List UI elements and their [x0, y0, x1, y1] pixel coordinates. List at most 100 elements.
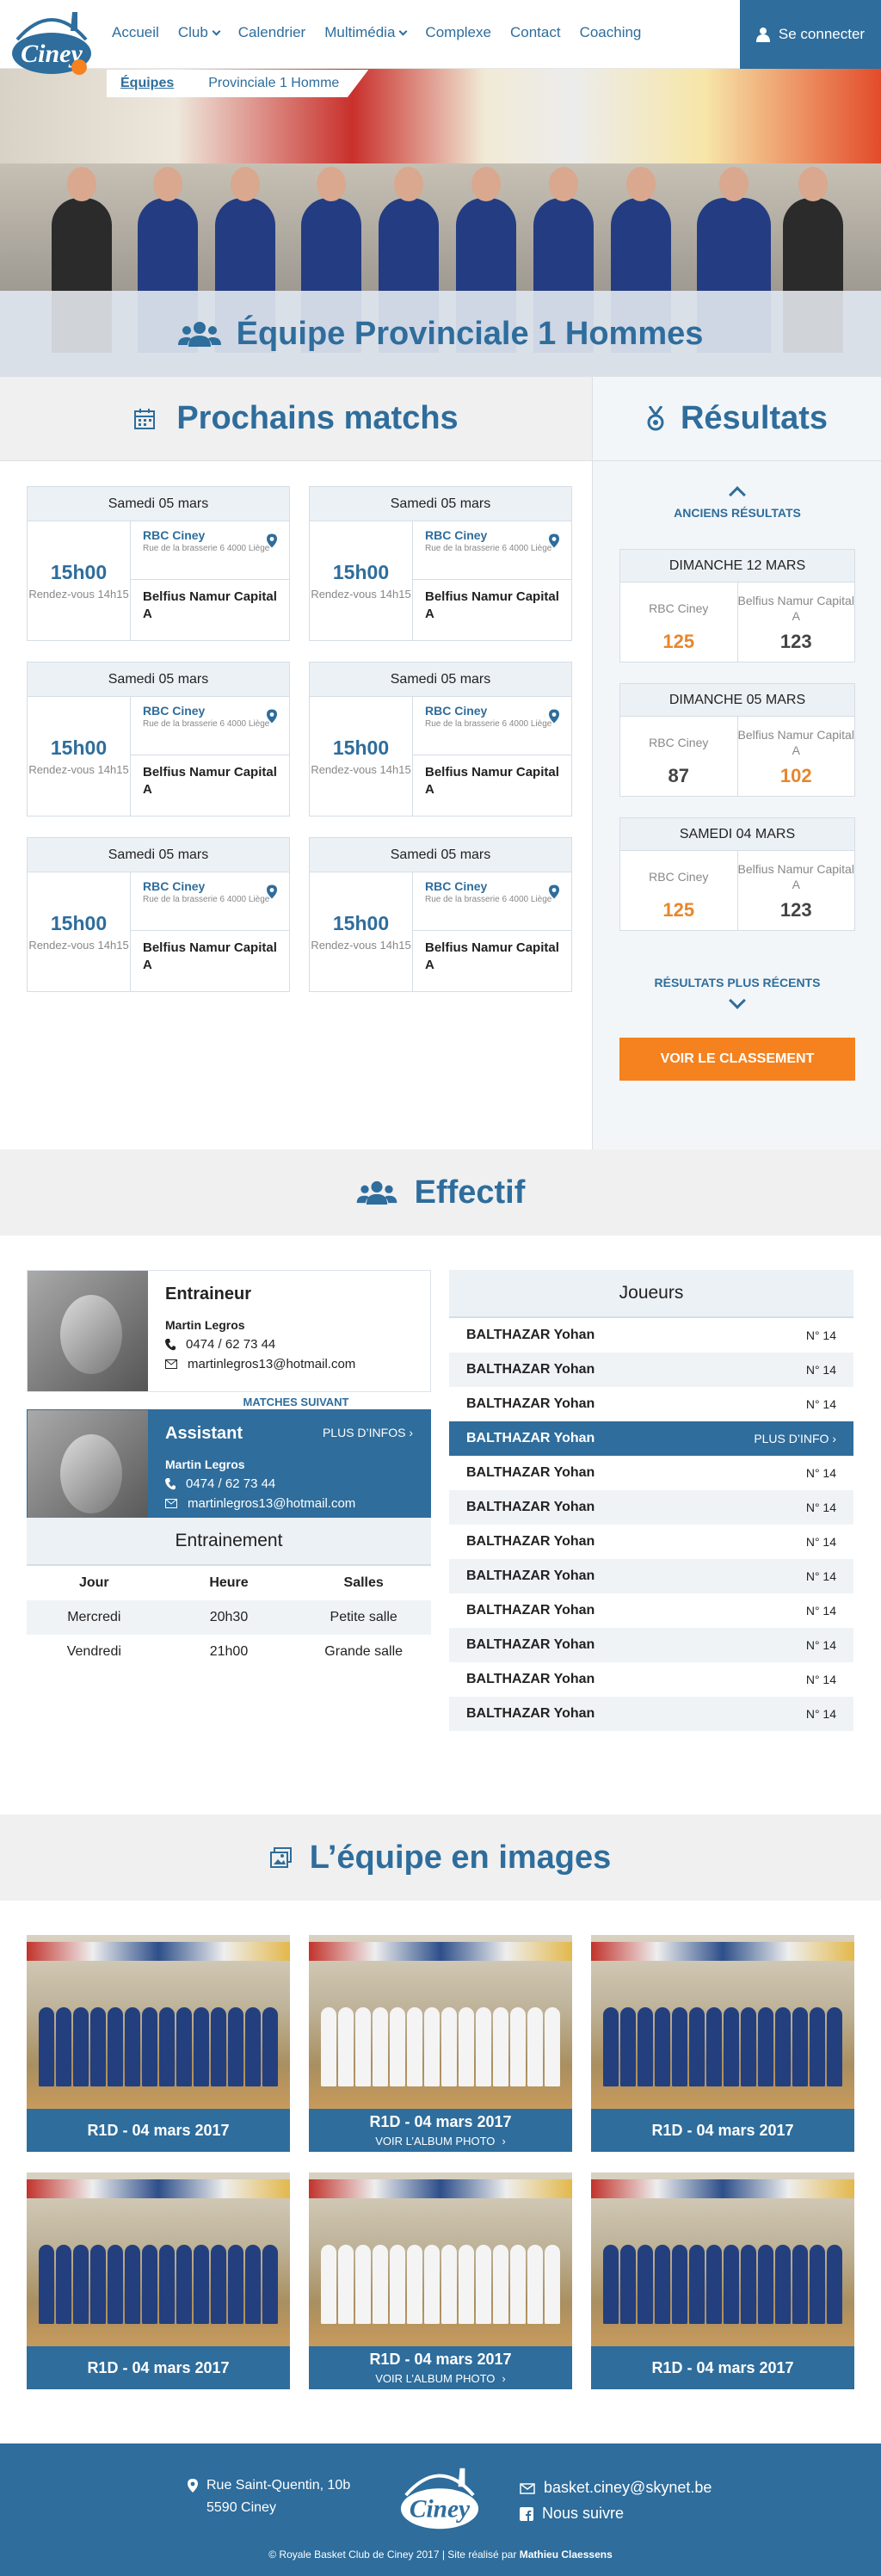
player-row[interactable]: BALTHAZAR Yohan N° 14	[449, 1525, 853, 1559]
gallery-card[interactable]: R1D - 04 mars 2017	[591, 1935, 854, 2152]
assistant-email-row[interactable]: martinlegros13@hotmail.com	[165, 1496, 413, 1511]
nav-complexe[interactable]: Complexe	[425, 24, 491, 41]
club-logo[interactable]: Ciney	[9, 5, 95, 79]
login-button[interactable]: Se connecter	[740, 0, 881, 69]
phone-icon	[165, 1338, 176, 1350]
assistant-card[interactable]: Assistant PLUS D’INFOS › Martin Legros 0…	[27, 1409, 431, 1531]
match-card[interactable]: Samedi 05 mars 15h00 Rendez-vous 14h15 RBC …	[27, 486, 290, 641]
nav-coaching[interactable]: Coaching	[580, 24, 642, 41]
match-card[interactable]: Samedi 05 mars 15h00 Rendez-vous 14h15 RBC …	[309, 662, 572, 817]
training-hour: 21h00	[209, 1644, 249, 1659]
result-away: Belfius Namur Capital A 123	[738, 851, 855, 930]
gallery-caption: R1D - 04 mars 2017	[369, 2113, 512, 2130]
gallery-card[interactable]: R1D - 04 mars 2017	[591, 2172, 854, 2389]
coach-email[interactable]: martinlegros13@hotmail.com	[188, 1357, 355, 1371]
results-title: Résultats	[680, 400, 829, 436]
coach-role: Entraineur	[165, 1285, 252, 1303]
matches-grid: Samedi 05 mars 15h00 Rendez-vous 14h15 RBC …	[27, 486, 572, 992]
map-pin-icon[interactable]	[549, 709, 559, 724]
player-name: BALTHAZAR Yohan	[466, 1500, 595, 1514]
player-row[interactable]: BALTHAZAR Yohan N° 14	[449, 1456, 853, 1490]
results-header: Résultats	[593, 377, 881, 461]
assistant-phone-row: 0474 / 62 73 44	[165, 1476, 413, 1491]
result-home-score: 125	[662, 899, 695, 921]
nav-contact[interactable]: Contact	[510, 24, 561, 41]
nav-club[interactable]: Club	[177, 24, 221, 41]
result-away: Belfius Namur Capital A 102	[738, 717, 855, 796]
assistant-more-label: PLUS D’INFOS	[322, 1426, 406, 1439]
col-salles: Salles	[343, 1575, 384, 1590]
match-address: Rue de la brasserie 6 4000 Liège	[425, 719, 552, 729]
nav-club-label: Club	[177, 24, 208, 40]
result-card[interactable]: DIMANCHE 05 MARS RBC Ciney 87 Belfius Namur…	[619, 683, 855, 797]
view-album-link[interactable]: VOIR L’ALBUM PHOTO ›	[375, 2372, 506, 2385]
match-meet-time: Rendez-vous 14h15	[28, 938, 129, 952]
result-card[interactable]: SAMEDI 04 MARS RBC Ciney 125 Belfius Namur …	[619, 817, 855, 931]
envelope-icon	[165, 1499, 177, 1508]
map-pin-icon[interactable]	[267, 709, 277, 724]
training-title: Entrainement	[27, 1518, 431, 1566]
player-row[interactable]: BALTHAZAR Yohan N° 14	[449, 1353, 853, 1387]
map-pin-icon[interactable]	[549, 533, 559, 548]
view-album-link[interactable]: VOIR L’ALBUM PHOTO ›	[375, 2135, 506, 2148]
player-row[interactable]: BALTHAZAR Yohan N° 14	[449, 1697, 853, 1731]
view-album-label: VOIR L’ALBUM PHOTO	[375, 2372, 496, 2385]
training-row: Mercredi 20h30 Petite salle	[27, 1600, 431, 1635]
match-card[interactable]: Samedi 05 mars 15h00 Rendez-vous 14h15 RBC …	[27, 837, 290, 992]
main-nav: Accueil Club Calendrier Multimédia Compl…	[112, 24, 641, 41]
match-home: RBC Ciney Rue de la brasserie 6 4000 Lièg…	[413, 872, 571, 931]
match-card[interactable]: Samedi 05 mars 15h00 Rendez-vous 14h15 RBC …	[309, 837, 572, 992]
nav-calendrier[interactable]: Calendrier	[238, 24, 305, 41]
gallery-card[interactable]: R1D - 04 mars 2017	[27, 1935, 290, 2152]
view-album-label: VOIR L’ALBUM PHOTO	[375, 2135, 496, 2148]
result-card[interactable]: DIMANCHE 12 MARS RBC Ciney 125 Belfius Namu…	[619, 549, 855, 662]
assistant-email[interactable]: martinlegros13@hotmail.com	[188, 1496, 355, 1511]
nav-multimedia[interactable]: Multimédia	[324, 24, 408, 41]
subnav-equipes[interactable]: Équipes	[120, 76, 174, 91]
footer-email-row[interactable]: basket.ciney@skynet.be	[520, 2474, 712, 2500]
player-row[interactable]: BALTHAZAR Yohan N° 14	[449, 1387, 853, 1421]
match-card[interactable]: Samedi 05 mars 15h00 Rendez-vous 14h15 RBC …	[27, 662, 290, 817]
training-day: Vendredi	[66, 1644, 121, 1659]
match-address: Rue de la brasserie 6 4000 Liège	[425, 895, 552, 904]
gallery-card[interactable]: R1D - 04 mars 2017 VOIR L’ALBUM PHOTO ›	[309, 1935, 572, 2152]
older-results-label: ANCIENS RÉSULTATS	[674, 506, 801, 520]
nav-accueil[interactable]: Accueil	[112, 24, 159, 41]
assistant-more-info[interactable]: PLUS D’INFOS ›	[323, 1426, 413, 1439]
player-row[interactable]: BALTHAZAR Yohan N° 14	[449, 1662, 853, 1697]
footer-logo-text: Ciney	[410, 2496, 471, 2524]
player-more-info[interactable]: PLUS D’INFO ›	[754, 1432, 836, 1445]
result-away-team: Belfius Namur Capital A	[737, 594, 854, 623]
footer-email[interactable]: basket.ciney@skynet.be	[544, 2479, 712, 2496]
author-name[interactable]: Mathieu Claessens	[520, 2548, 613, 2561]
player-row[interactable]: BALTHAZAR Yohan N° 14	[449, 1318, 853, 1353]
player-name: BALTHAZAR Yohan	[466, 1328, 595, 1342]
ranking-button[interactable]: VOIR LE CLASSEMENT	[619, 1038, 855, 1081]
map-pin-icon[interactable]	[267, 884, 277, 899]
gallery-card[interactable]: R1D - 04 mars 2017 VOIR L’ALBUM PHOTO ›	[309, 2172, 572, 2389]
match-time: 15h00	[332, 911, 390, 934]
map-pin-icon[interactable]	[549, 884, 559, 899]
subnav-provinciale[interactable]: Provinciale 1 Homme	[208, 76, 339, 91]
player-row[interactable]: BALTHAZAR Yohan N° 14	[449, 1559, 853, 1593]
older-results-link[interactable]: ANCIENS RÉSULTATS	[619, 486, 855, 520]
match-card[interactable]: Samedi 05 mars 15h00 Rendez-vous 14h15 RBC …	[309, 486, 572, 641]
matches-header: Prochains matchs	[0, 377, 592, 461]
player-name: BALTHAZAR Yohan	[466, 1672, 595, 1686]
footer-follow[interactable]: Nous suivre	[542, 2505, 624, 2522]
footer-logo[interactable]: Ciney	[397, 2461, 482, 2535]
home-team: RBC Ciney	[143, 528, 206, 542]
player-row[interactable]: BALTHAZAR Yohan N° 14	[449, 1628, 853, 1662]
player-row[interactable]: BALTHAZAR Yohan N° 14	[449, 1593, 853, 1628]
map-pin-icon[interactable]	[267, 533, 277, 548]
player-number: N° 14	[805, 1707, 836, 1721]
footer-facebook-row[interactable]: Nous suivre	[520, 2500, 712, 2526]
chevron-down-icon	[212, 27, 221, 36]
player-row[interactable]: BALTHAZAR Yohan PLUS D’INFO ›	[449, 1421, 853, 1456]
gallery-card[interactable]: R1D - 04 mars 2017	[27, 2172, 290, 2389]
player-row[interactable]: BALTHAZAR Yohan N° 14	[449, 1490, 853, 1525]
newer-results-link[interactable]: RÉSULTATS PLUS RÉCENTS	[619, 976, 855, 1009]
player-name: BALTHAZAR Yohan	[466, 1568, 595, 1583]
images-icon	[269, 1847, 292, 1868]
coach-email-row[interactable]: martinlegros13@hotmail.com	[165, 1357, 413, 1371]
